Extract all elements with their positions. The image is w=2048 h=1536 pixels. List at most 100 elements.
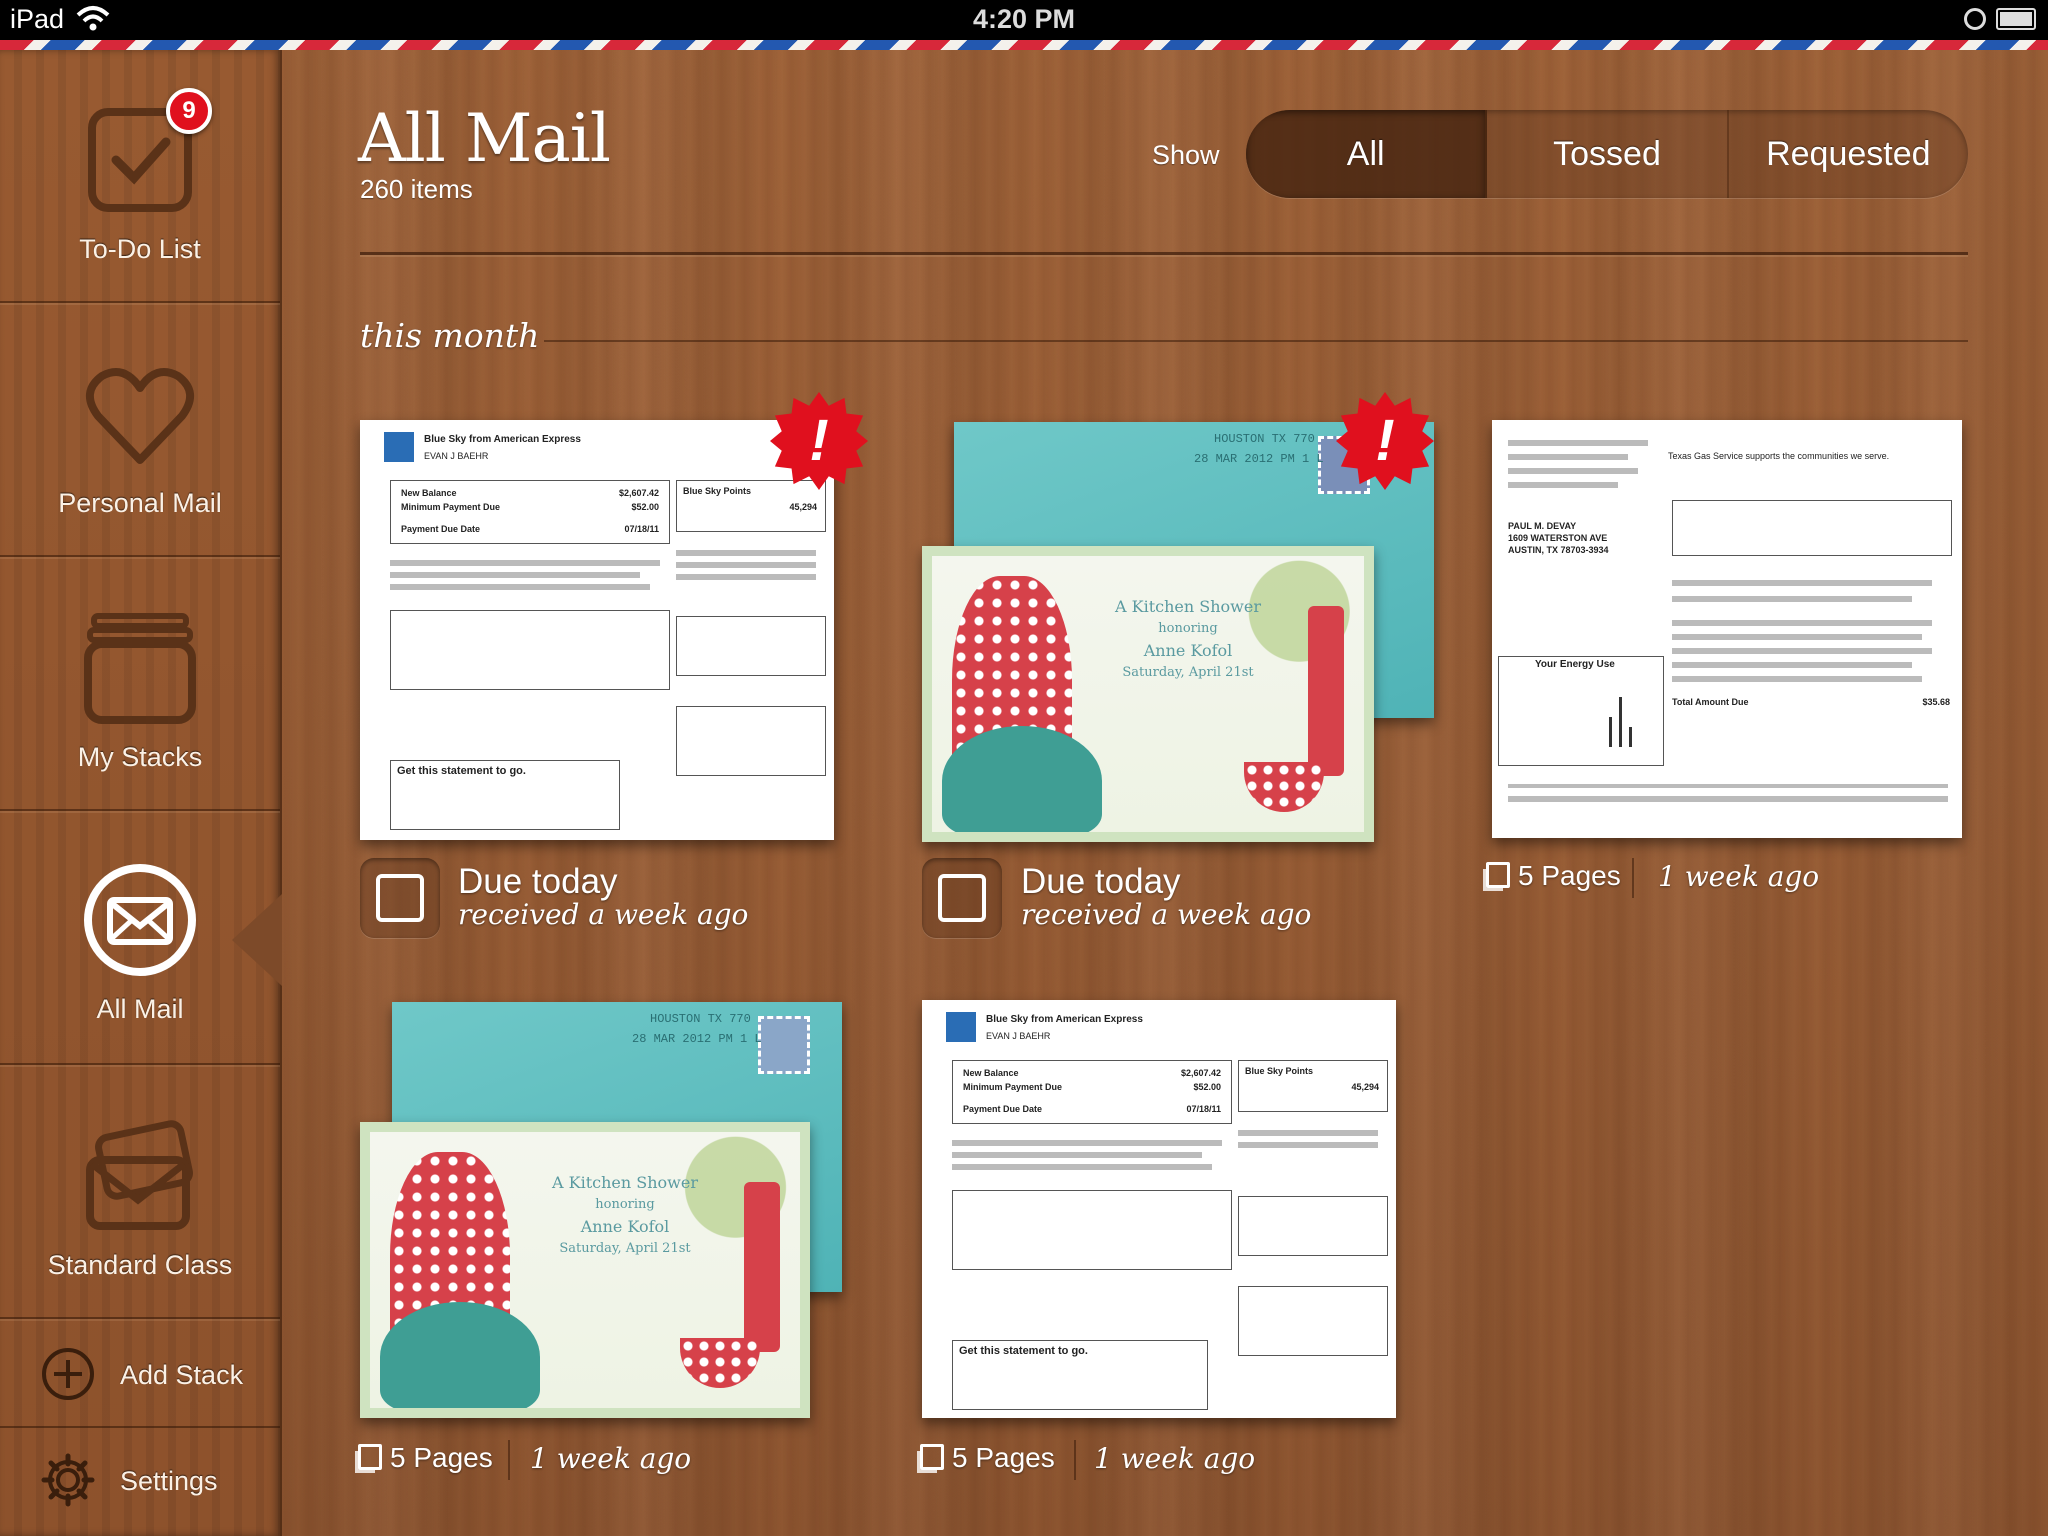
customer-care-box	[1238, 1286, 1388, 1356]
add-stack-button[interactable]: Add Stack	[0, 1320, 280, 1428]
points-value: 45,294	[789, 502, 817, 512]
min-due-value: $52.00	[631, 502, 659, 512]
add-stack-label: Add Stack	[120, 1360, 244, 1390]
due-date-value: 07/18/11	[1186, 1104, 1221, 1114]
customer-care-box	[676, 706, 826, 776]
summary-box	[676, 616, 826, 676]
mail-thumbnail-statement[interactable]: Blue Sky from American Express EVAN J BA…	[360, 420, 834, 840]
heart-icon	[80, 356, 200, 476]
get-statement-label: Get this statement to go.	[959, 1345, 1088, 1357]
min-due-label: Minimum Payment Due	[963, 1082, 1063, 1092]
sidebar-item-personal-mail[interactable]: Personal Mail	[0, 304, 280, 557]
invite-title: A Kitchen Shower	[1115, 597, 1261, 616]
mail-thumbnail-gas-bill[interactable]: PAUL M. DEVAY 1609 WATERSTON AVE AUSTIN,…	[1492, 420, 1962, 838]
selection-pointer	[232, 894, 282, 986]
amex-logo	[946, 1012, 976, 1042]
points-label: Blue Sky Points	[683, 486, 752, 496]
invitation-text: A Kitchen Shower honoring Anne Kofol Sat…	[1092, 596, 1284, 684]
invite-name: Anne Kofol	[1143, 641, 1233, 660]
spatula-illustration	[744, 1182, 780, 1352]
invite-date: Saturday, April 21st	[1122, 665, 1254, 680]
total-label: Total Amount Due	[1672, 697, 1749, 707]
sidebar: 9 To-Do List Personal Mail My Stacks All…	[0, 50, 282, 1536]
filter-all-button[interactable]: All	[1246, 110, 1488, 198]
sidebar-item-label: Personal Mail	[58, 488, 222, 518]
section-divider	[544, 340, 1968, 342]
stamp	[758, 1016, 810, 1074]
payment-table	[952, 1190, 1232, 1270]
invitation-text: A Kitchen Shower honoring Anne Kofol Sat…	[530, 1172, 720, 1260]
balance-box: New Balance $2,607.42 Minimum Payment Du…	[952, 1060, 1232, 1124]
points-value: 45,294	[1351, 1082, 1379, 1092]
sidebar-item-standard-class[interactable]: Standard Class	[0, 1066, 280, 1319]
sidebar-item-label: All Mail	[96, 994, 184, 1024]
sidebar-item-todo-list[interactable]: 9 To-Do List	[0, 50, 280, 303]
points-label: Blue Sky Points	[1245, 1066, 1314, 1076]
section-heading: this month	[360, 316, 540, 355]
statement-heading: Blue Sky from American Express	[424, 434, 581, 445]
pages-icon	[1486, 862, 1510, 888]
invite-honoring: honoring	[595, 1197, 655, 1212]
min-due-value: $52.00	[1193, 1082, 1221, 1092]
pages-icon	[920, 1444, 944, 1470]
summary-box	[1238, 1196, 1388, 1256]
page-count: 5 Pages	[358, 1442, 493, 1474]
plus-circle-icon	[40, 1346, 96, 1402]
bill-company: Texas Gas Service supports the communiti…	[1668, 451, 1890, 461]
due-date-label: Payment Due Date	[963, 1104, 1043, 1114]
item-count: 260 items	[360, 174, 473, 204]
todo-checkbox[interactable]	[360, 858, 440, 938]
show-label: Show	[1152, 140, 1220, 170]
battery-icon	[1996, 8, 2036, 30]
bill-city: AUSTIN, TX 78703-3934	[1508, 545, 1609, 555]
energy-label: Your Energy Use	[1535, 659, 1615, 670]
filter-requested-button[interactable]: Requested	[1729, 110, 1968, 198]
amex-logo	[384, 432, 414, 462]
settings-button[interactable]: Settings	[0, 1430, 280, 1536]
received-time: 1 week ago	[1658, 860, 1820, 893]
mail-stack-icon	[80, 1116, 200, 1236]
invite-honoring: honoring	[1158, 621, 1218, 636]
energy-chart: Your Energy Use	[1498, 656, 1664, 766]
bowl-illustration	[1244, 762, 1324, 812]
points-box: Blue Sky Points 45,294	[676, 480, 826, 532]
mobile-promo-box: Get this statement to go.	[952, 1340, 1208, 1410]
total-value: $35.68	[1922, 697, 1950, 707]
sidebar-item-my-stacks[interactable]: My Stacks	[0, 558, 280, 811]
mail-thumbnail-invitation[interactable]: A Kitchen Shower honoring Anne Kofol Sat…	[922, 546, 1374, 842]
new-balance-label: New Balance	[401, 488, 457, 498]
received-time: 1 week ago	[530, 1442, 692, 1475]
min-due-label: Minimum Payment Due	[401, 502, 501, 512]
statement-heading: Blue Sky from American Express	[986, 1014, 1143, 1025]
due-date-value: 07/18/11	[624, 524, 659, 534]
settings-label: Settings	[120, 1466, 218, 1496]
received-time: received a week ago	[458, 898, 749, 931]
due-date-label: Payment Due Date	[401, 524, 481, 534]
new-balance-value: $2,607.42	[1180, 1068, 1221, 1078]
bill-address: 1609 WATERSTON AVE	[1508, 533, 1608, 543]
bowl-illustration	[680, 1338, 760, 1388]
invite-title: A Kitchen Shower	[552, 1173, 698, 1192]
page-count: 5 Pages	[920, 1442, 1055, 1474]
clock: 4:20 PM	[972, 4, 1076, 34]
mail-thumbnail-statement[interactable]: Blue Sky from American Express EVAN J BA…	[922, 1000, 1396, 1418]
page-title: All Mail	[358, 100, 611, 177]
payment-table	[390, 610, 670, 690]
mobile-promo-box: Get this statement to go.	[390, 760, 620, 830]
status-bar: iPad 4:20 PM	[0, 0, 2048, 40]
todo-checkbox[interactable]	[922, 858, 1002, 938]
statement-name: EVAN J BAEHR	[986, 1031, 1051, 1041]
new-balance-label: New Balance	[963, 1068, 1019, 1078]
statement-name: EVAN J BAEHR	[424, 451, 489, 461]
bill-name: PAUL M. DEVAY	[1508, 521, 1577, 531]
amount-box	[1672, 500, 1952, 556]
points-box: Blue Sky Points 45,294	[1238, 1060, 1388, 1112]
stacks-icon	[80, 608, 200, 728]
sidebar-item-label: To-Do List	[79, 234, 201, 264]
invite-name: Anne Kofol	[580, 1217, 670, 1236]
mail-thumbnail-invitation[interactable]: A Kitchen Shower honoring Anne Kofol Sat…	[360, 1122, 810, 1418]
filter-tossed-button[interactable]: Tossed	[1487, 110, 1729, 198]
header-divider	[360, 252, 1968, 255]
todo-count-badge: 9	[166, 88, 212, 134]
due-status: Due today	[1021, 862, 1181, 901]
